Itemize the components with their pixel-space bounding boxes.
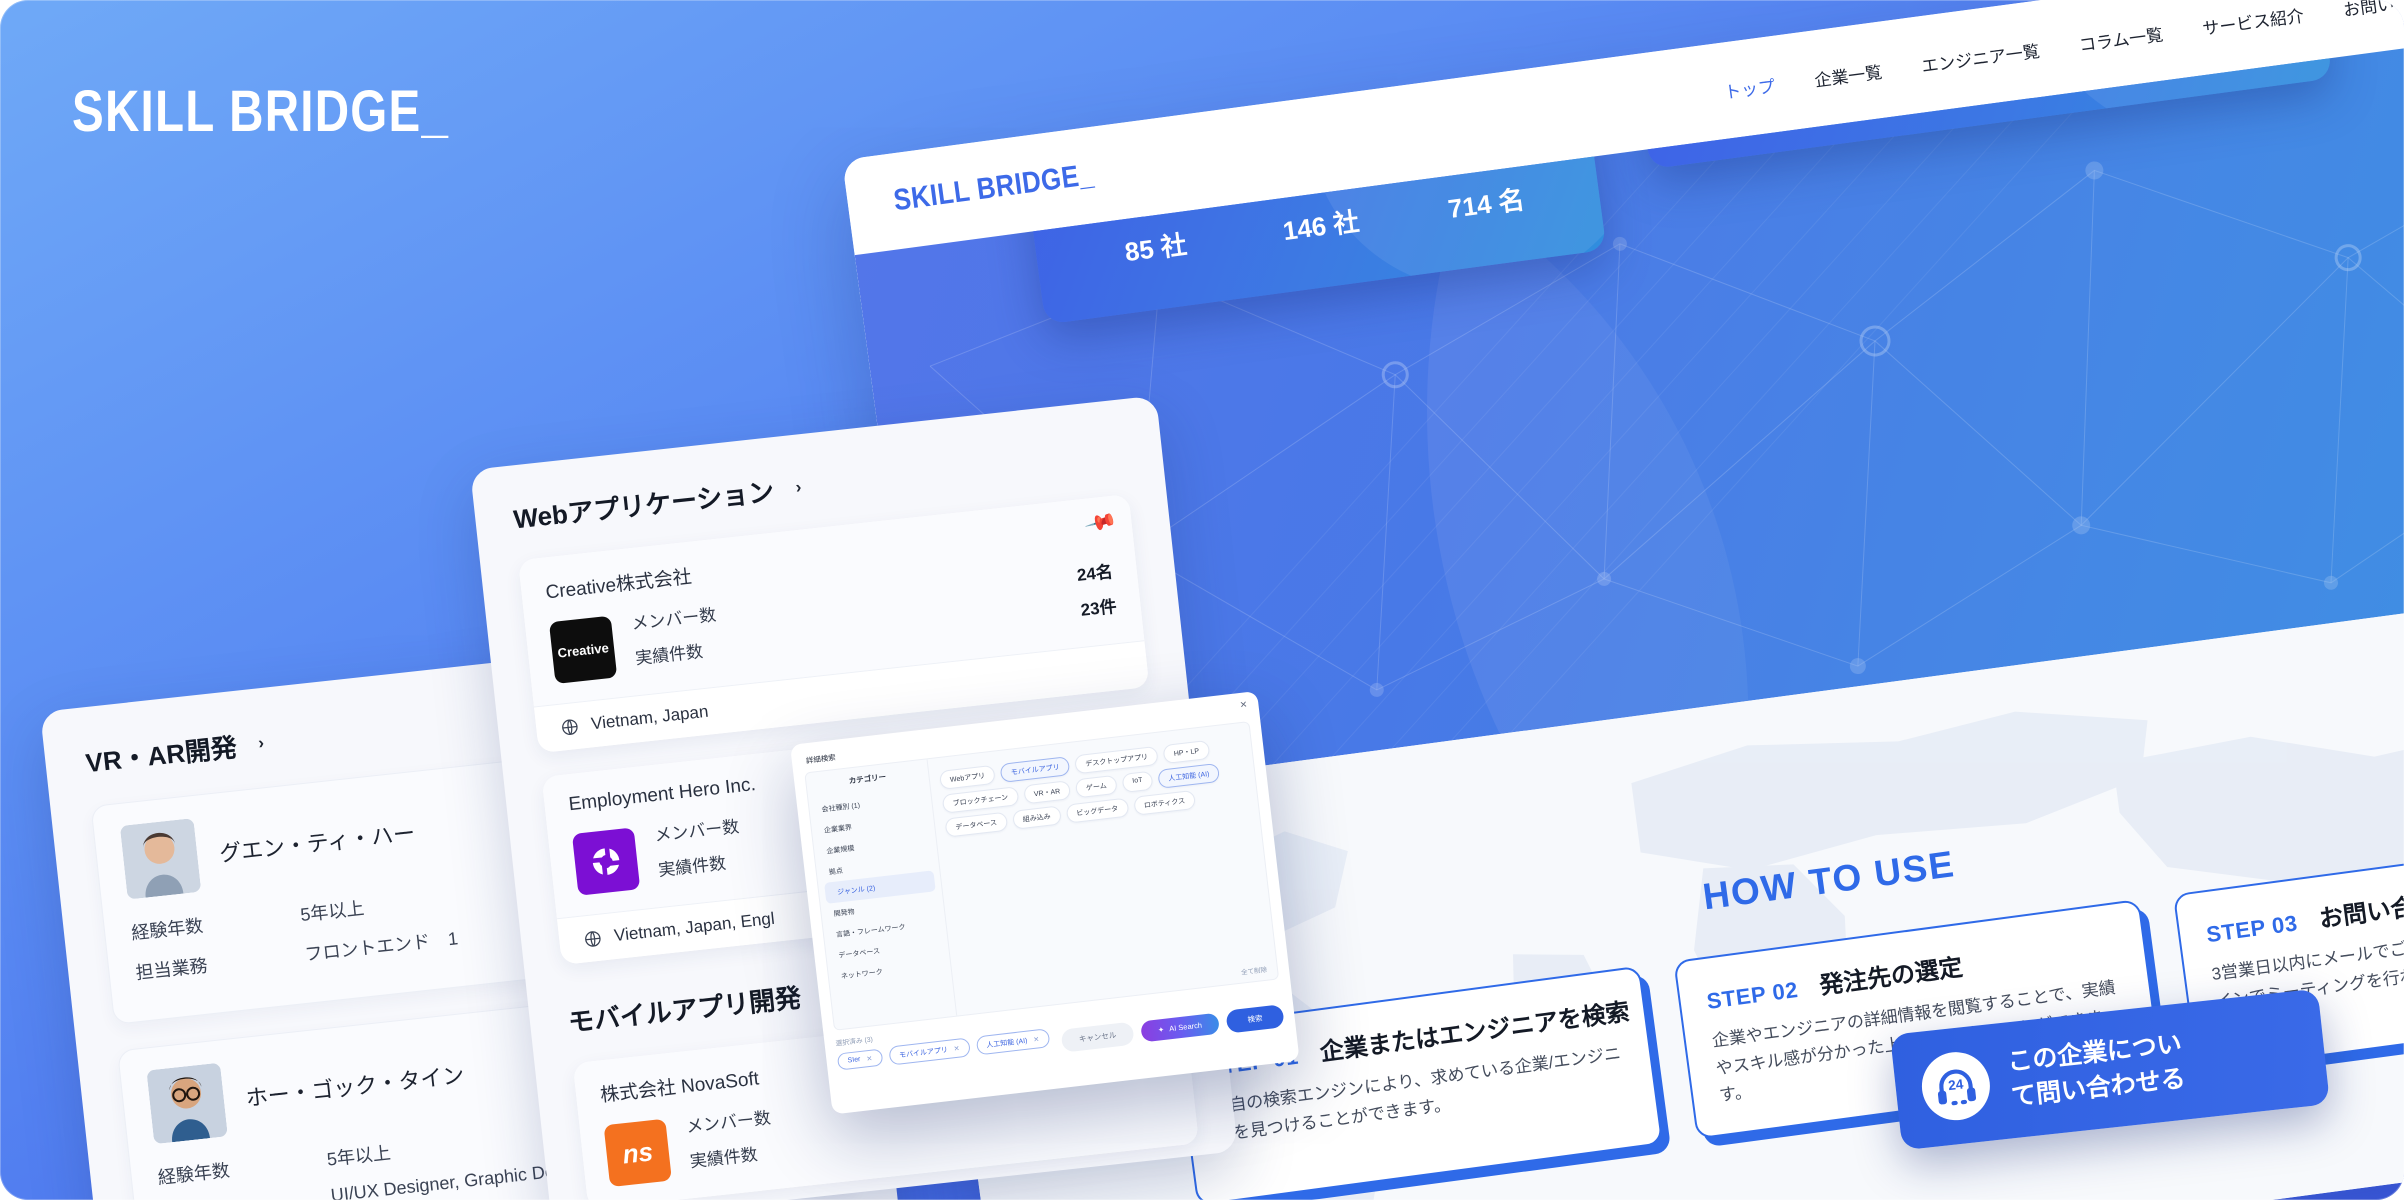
chip-embedded[interactable]: 組み込み bbox=[1011, 805, 1062, 830]
chip-robotics[interactable]: ロボティクス bbox=[1132, 789, 1197, 816]
field-value: 5年以上 bbox=[299, 898, 366, 926]
locations-label: Vietnam, Japan bbox=[590, 701, 710, 734]
selected-chip-label: モバイルアプリ bbox=[898, 1046, 949, 1059]
modal-panel: カテゴリー 会社種別 (1) 企業業界 企業規模 拠点 ジャンル (2) 開発物… bbox=[804, 721, 1280, 1031]
company-logo: Creative bbox=[548, 615, 618, 685]
ai-search-label: AI Search bbox=[1168, 1020, 1203, 1034]
field-value: 23件 bbox=[1079, 597, 1118, 620]
field-label: メンバー数 bbox=[653, 817, 741, 846]
field-value: 5年以上 bbox=[325, 1142, 392, 1170]
chip-vr-ar[interactable]: VR・AR bbox=[1022, 780, 1072, 805]
engineer-photo-icon bbox=[119, 818, 202, 900]
field-label: メンバー数 bbox=[630, 605, 718, 634]
chip-iot[interactable]: IoT bbox=[1121, 770, 1154, 793]
company-logo: ns bbox=[603, 1118, 672, 1188]
card-title-label: モバイルアプリ開発 bbox=[566, 982, 803, 1038]
field-label: 実績件数 bbox=[657, 853, 727, 880]
nav-item-top[interactable]: トップ bbox=[1722, 72, 1776, 104]
nav-item-contact[interactable]: お問い合わせ bbox=[2341, 0, 2404, 21]
locations-label: Vietnam, Japan, Engl bbox=[613, 908, 776, 946]
chip-ai[interactable]: 人工知能 (AI) bbox=[1157, 762, 1221, 789]
step-number: STEP 02 bbox=[1705, 976, 1800, 1014]
chip-database[interactable]: データベース bbox=[944, 811, 1008, 838]
remove-icon[interactable]: ✕ bbox=[866, 1054, 873, 1063]
chip-mobile-app[interactable]: モバイルアプリ bbox=[999, 756, 1071, 783]
card-title-label: VR・AR開発 bbox=[84, 732, 239, 779]
chip-blockchain[interactable]: ブロックチェーン bbox=[941, 786, 1020, 814]
headset-24-icon: 24 bbox=[1918, 1048, 1994, 1124]
chevron-right-icon: › bbox=[257, 732, 265, 753]
chip-hp-lp[interactable]: HP・LP bbox=[1162, 739, 1210, 765]
nav-item-companies[interactable]: 企業一覧 bbox=[1813, 57, 1884, 91]
avatar bbox=[146, 1062, 228, 1145]
contact-button-label: この企業につい て問い合わせる bbox=[2006, 1026, 2188, 1115]
avatar bbox=[119, 818, 202, 900]
field-label: 経験年数 bbox=[130, 915, 205, 944]
step-title: 発注先の選定 bbox=[1817, 954, 1965, 1000]
company-logo-text: Creative bbox=[556, 639, 610, 661]
page-title: SKILL BRIDGE_ bbox=[72, 79, 450, 144]
field-label: 担当業務 bbox=[134, 955, 209, 984]
chip-bigdata[interactable]: ビッグデータ bbox=[1065, 797, 1130, 824]
headset-icon: 24 bbox=[1937, 1069, 1977, 1106]
metric-value: 85 社 bbox=[1122, 229, 1189, 268]
field-value: フロントエンド 1 bbox=[303, 928, 459, 965]
globe-icon bbox=[585, 930, 601, 947]
advanced-search-modal: ✕ 詳細検索 カテゴリー 会社種別 (1) 企業業界 企業規模 拠点 ジャンル … bbox=[790, 690, 1300, 1115]
field-label: 実績件数 bbox=[688, 1144, 759, 1172]
site-logo[interactable]: SKILL BRIDGE_ bbox=[892, 158, 1096, 218]
engineer-name: ホー・ゴック・タイン bbox=[244, 1062, 466, 1111]
step-number: STEP 03 bbox=[2204, 910, 2300, 948]
company-logo bbox=[571, 827, 641, 896]
engineer-photo-icon bbox=[146, 1062, 228, 1145]
step-title: お問い合わせ bbox=[2317, 887, 2404, 934]
page-root: SKILL BRIDGE_ SKILL BRIDGE_ トップ 企業一覧 エンジ… bbox=[0, 0, 2404, 1200]
sparkle-icon: ✦ bbox=[1157, 1024, 1165, 1035]
field-label: 担当業務 bbox=[161, 1185, 333, 1200]
chip-web-app[interactable]: Webアプリ bbox=[938, 764, 997, 790]
field-label: メンバー数 bbox=[685, 1108, 772, 1137]
employment-hero-logo-icon bbox=[592, 848, 620, 875]
nav-item-columns[interactable]: コラム一覧 bbox=[2077, 20, 2164, 56]
engineer-name: グエン・ティ・ハー bbox=[218, 820, 417, 867]
nav-item-service[interactable]: サービス紹介 bbox=[2201, 1, 2305, 39]
nav-item-engineers[interactable]: エンジニア一覧 bbox=[1920, 36, 2041, 77]
conditions-panel: 検索条件の項目 Webアプリ モバイルアプリ デスクトップアプリ HP・LP ブ… bbox=[928, 722, 1279, 1015]
chip-game[interactable]: ゲーム bbox=[1074, 774, 1118, 799]
chevron-right-icon: › bbox=[794, 476, 803, 497]
condition-chips: Webアプリ モバイルアプリ デスクトップアプリ HP・LP ブロックチェーン … bbox=[938, 732, 1248, 838]
field-value bbox=[1170, 1095, 1173, 1120]
company-logo-text: ns bbox=[620, 1135, 655, 1169]
remove-icon[interactable]: ✕ bbox=[1033, 1035, 1040, 1044]
field-value: 24名 bbox=[1076, 562, 1114, 586]
field-label: 経験年数 bbox=[156, 1160, 231, 1188]
badge-24: 24 bbox=[1947, 1076, 1964, 1093]
remove-icon[interactable]: ✕ bbox=[953, 1044, 960, 1053]
clear-all-button[interactable]: 全て削除 bbox=[1240, 964, 1268, 977]
close-icon[interactable]: ✕ bbox=[1239, 699, 1248, 711]
chip-desktop-app[interactable]: デスクトップアプリ bbox=[1074, 745, 1159, 775]
selected-chip-label: SIer bbox=[847, 1056, 861, 1065]
card-title-label: Webアプリケーション bbox=[511, 476, 776, 535]
globe-icon bbox=[562, 718, 578, 735]
field-label: 実績件数 bbox=[634, 641, 704, 669]
selected-chip-label: 人工知能 (AI) bbox=[986, 1037, 1028, 1049]
